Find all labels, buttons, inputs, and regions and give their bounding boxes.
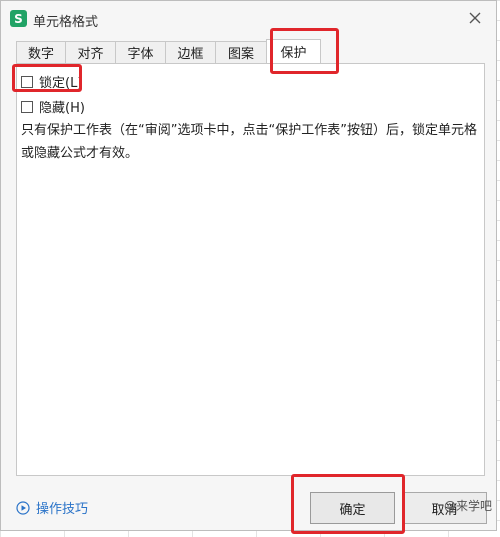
cell-format-dialog: S 单元格格式 数字 对齐 字体 边框 图案 保护 锁定(L) 隐藏(H) 只有… [0,0,497,531]
play-circle-icon [16,500,30,515]
operation-tips-label: 操作技巧 [36,502,89,517]
app-logo-icon: S [10,10,27,27]
ok-button[interactable]: 确定 [310,492,395,524]
watermark: @来学吧 [443,499,492,513]
tab-font[interactable]: 字体 [115,41,166,63]
protection-panel: 锁定(L) 隐藏(H) 只有保护工作表（在“审阅”选项卡中，点击“保护工作表”按… [16,63,485,476]
tab-bar: 数字 对齐 字体 边框 图案 保护 [16,39,321,63]
operation-tips-link[interactable]: 操作技巧 [16,498,88,517]
close-icon[interactable] [466,9,484,27]
dialog-title: 单元格格式 [33,15,99,30]
tab-alignment[interactable]: 对齐 [65,41,116,63]
hidden-label: 隐藏(H) [39,101,85,116]
tab-number[interactable]: 数字 [16,41,66,63]
locked-label: 锁定(L) [39,76,83,91]
tab-border[interactable]: 边框 [165,41,216,63]
hidden-option[interactable]: 隐藏(H) [21,97,85,116]
tab-pattern[interactable]: 图案 [215,41,267,63]
locked-checkbox[interactable] [21,75,33,88]
tab-protection[interactable]: 保护 [266,39,321,63]
locked-option[interactable]: 锁定(L) [21,72,82,91]
protection-help-text: 只有保护工作表（在“审阅”选项卡中，点击“保护工作表”按钮）后，锁定单元格或隐藏… [21,123,477,161]
title-bar: S 单元格格式 [1,1,496,37]
hidden-checkbox[interactable] [21,100,33,113]
